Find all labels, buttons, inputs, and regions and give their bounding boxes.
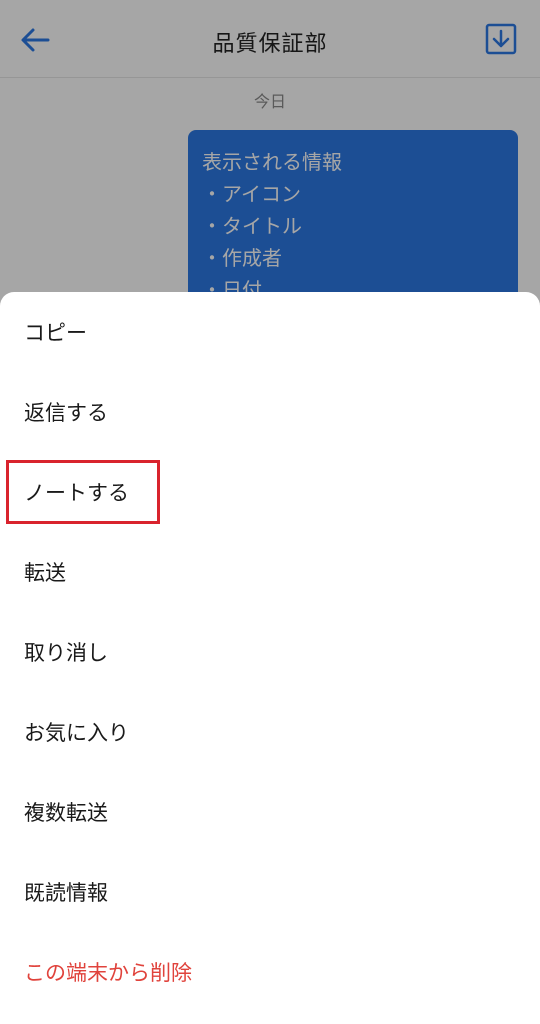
menu-item-forward[interactable]: 転送 (0, 532, 540, 612)
menu-item-unsend[interactable]: 取り消し (0, 612, 540, 692)
menu-item-favorite[interactable]: お気に入り (0, 692, 540, 772)
menu-item-delete[interactable]: この端末から削除 (0, 932, 540, 1012)
menu-item-reply[interactable]: 返信する (0, 372, 540, 452)
menu-item-read-info[interactable]: 既読情報 (0, 852, 540, 932)
action-sheet: コピー 返信する ノートする 転送 取り消し お気に入り 複数転送 既読情報 こ… (0, 292, 540, 1024)
menu-item-note[interactable]: ノートする (0, 452, 540, 532)
menu-item-multi-forward[interactable]: 複数転送 (0, 772, 540, 852)
menu-item-copy[interactable]: コピー (0, 292, 540, 372)
chat-screen: 品質保証部 今日 表示される情報 ・アイコン ・タイトル ・作成者 ・日付 コピ… (0, 0, 540, 1024)
